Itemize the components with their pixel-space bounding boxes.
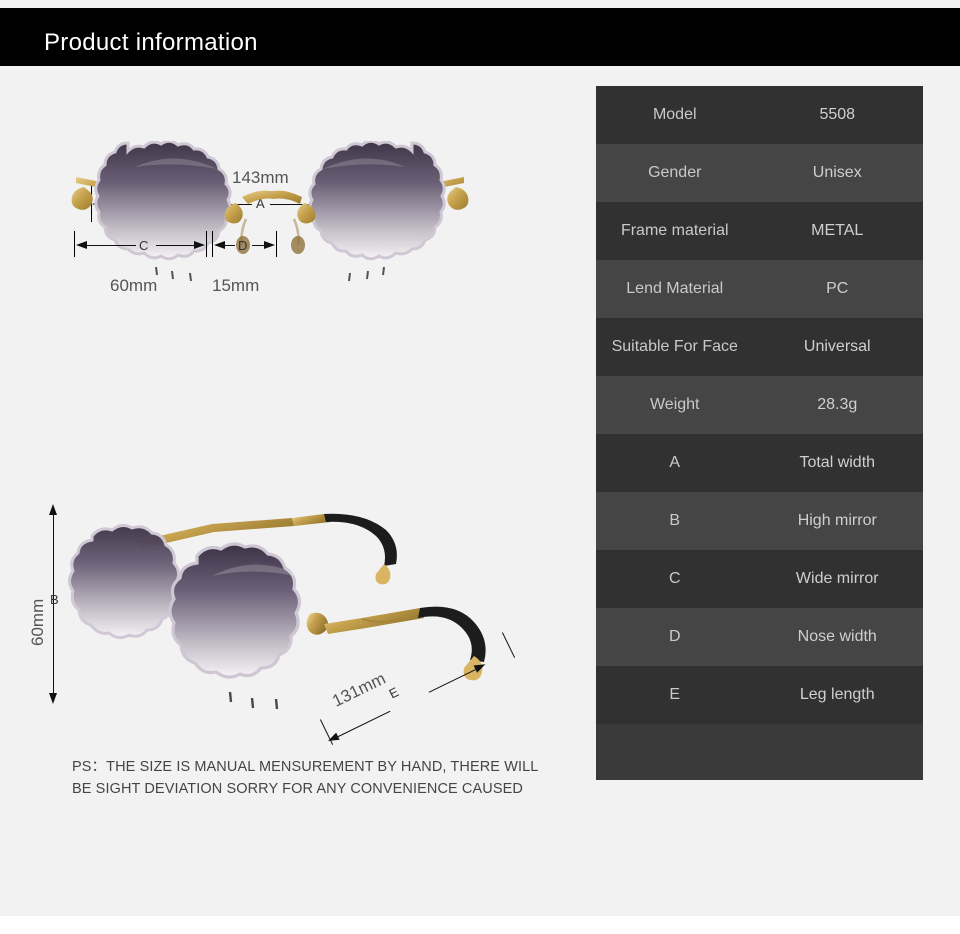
table-row: C Wide mirror xyxy=(596,550,923,608)
table-row: E Leg length xyxy=(596,666,923,724)
spec-value: 28.3g xyxy=(817,396,858,413)
disclaimer-line-2: BE SIGHT DEVIATION SORRY FOR ANY CONVENI… xyxy=(72,781,523,797)
dimension-d-tick-right xyxy=(276,231,277,257)
spec-key: Model xyxy=(652,106,697,123)
spec-key: Frame material xyxy=(620,222,729,239)
sunglasses-side-view-image xyxy=(68,513,486,710)
dimension-d-tick-left xyxy=(212,231,213,257)
specification-table: Model 5508 Gender Unisex Frame material … xyxy=(596,86,923,780)
dimension-d-line-right xyxy=(252,245,264,246)
spec-value: Total width xyxy=(799,454,876,471)
table-row: Gender Unisex xyxy=(596,144,923,202)
dimension-c-tick-left xyxy=(74,231,75,257)
spec-key: E xyxy=(669,686,681,703)
table-row: Lend Material PC xyxy=(596,260,923,318)
dimension-b-letter: B xyxy=(50,592,59,607)
table-row: B High mirror xyxy=(596,492,923,550)
product-information-page: Product information 143mm A C 60mm D 15m… xyxy=(0,0,960,934)
dimension-c-arrowhead-left xyxy=(76,241,87,249)
table-row: Model 5508 xyxy=(596,86,923,144)
table-row: Weight 28.3g xyxy=(596,376,923,434)
dimension-d-letter: D xyxy=(238,238,248,253)
spec-key: Lend Material xyxy=(626,280,724,297)
spec-key: D xyxy=(668,628,681,645)
spec-value: Unisex xyxy=(812,164,862,181)
spec-value: PC xyxy=(826,280,849,297)
table-row: D Nose width xyxy=(596,608,923,666)
table-row-empty xyxy=(596,724,923,780)
diagram-column: 143mm A C 60mm D 15mm 60mm B 131mm E PS：… xyxy=(0,66,560,916)
disclaimer-line-1: PS：THE SIZE IS MANUAL MENSUREMENT BY HAN… xyxy=(72,759,539,775)
spec-value: Nose width xyxy=(797,628,877,645)
spec-value: 5508 xyxy=(819,106,856,123)
page-header: Product information xyxy=(0,8,960,66)
spec-value: High mirror xyxy=(797,512,877,529)
side-view-block: 60mm B 131mm E xyxy=(0,396,560,745)
spec-key: B xyxy=(669,512,681,529)
dimension-c-tick-right xyxy=(206,231,207,257)
spec-key: Weight xyxy=(649,396,700,413)
dimension-d-arrowhead-right xyxy=(264,241,275,249)
spec-value: Universal xyxy=(803,338,871,355)
table-row: Suitable For Face Universal xyxy=(596,318,923,376)
table-row: A Total width xyxy=(596,434,923,492)
table-row: Frame material METAL xyxy=(596,202,923,260)
spec-key: C xyxy=(668,570,681,587)
dimension-d-arrowhead-left xyxy=(214,241,225,249)
spec-key: A xyxy=(669,454,681,471)
spec-value: Wide mirror xyxy=(795,570,879,587)
spec-value: METAL xyxy=(811,222,864,239)
sunglasses-front-view-image xyxy=(71,141,469,282)
spec-key: Suitable For Face xyxy=(611,338,738,355)
measurement-disclaimer: PS：THE SIZE IS MANUAL MENSUREMENT BY HAN… xyxy=(72,756,542,800)
dimension-c-arrowhead-right xyxy=(194,241,205,249)
dimension-d-value: 15mm xyxy=(212,276,260,295)
page-title: Product information xyxy=(44,29,258,56)
dimension-c-letter: C xyxy=(139,238,149,253)
dimension-b-arrowhead-bottom xyxy=(49,693,57,704)
dimension-c-value: 60mm xyxy=(110,276,158,295)
dimension-b-value: 60mm xyxy=(28,598,47,646)
dimension-c-line-left xyxy=(86,245,136,246)
dimension-c-line-right xyxy=(156,245,194,246)
spec-key: Gender xyxy=(648,164,702,181)
spec-value: Leg length xyxy=(799,686,875,703)
front-view-block: 143mm A C 60mm D 15mm xyxy=(60,86,480,406)
